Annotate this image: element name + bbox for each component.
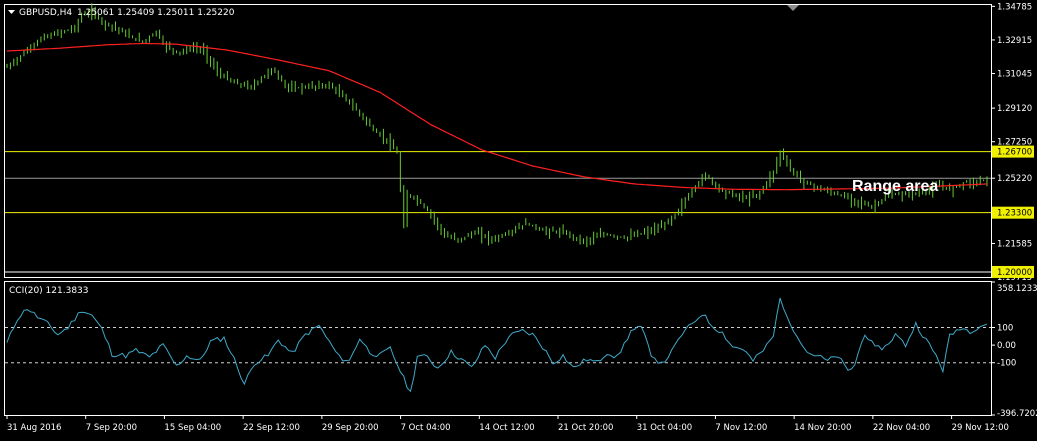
price-axis-label: 1.34785 <box>997 2 1032 12</box>
time-axis: 31 Aug 2016 7 Sep 20:00 15 Sep 04:00 22 Sep… <box>6 415 1009 433</box>
cci-indicator-label: CCI(20) 121.3833 <box>9 286 89 296</box>
time-axis-label: 29 Nov 12:00 <box>952 423 1009 433</box>
time-axis-label: 14 Nov 20:00 <box>794 423 851 433</box>
price-marker-label: 1.23300 <box>997 209 1032 219</box>
range-area-annotation: Range area <box>852 178 938 195</box>
time-axis-label: 22 Nov 04:00 <box>873 423 930 433</box>
price-axis-label: 1.32915 <box>997 36 1032 46</box>
price-axis-label: 1.31045 <box>997 70 1032 80</box>
price-axis-label: 1.29120 <box>997 104 1032 114</box>
chart-window[interactable]: 1.34785 1.32915 1.31045 1.29120 1.27250 1.252… <box>0 0 1037 441</box>
moving-average <box>6 42 988 191</box>
moving-average-line <box>6 42 988 191</box>
price-axis-label: 1.21585 <box>997 239 1032 249</box>
ohlc-label: 1.25061 1.25409 1.25011 1.25220 <box>77 8 235 18</box>
time-axis-label: 7 Sep 20:00 <box>86 423 137 433</box>
cci-levels <box>5 326 991 364</box>
price-marker-label: 1.20000 <box>997 268 1032 278</box>
cci-axis-label: 0.00 <box>997 341 1016 351</box>
price-panel-frame <box>4 4 992 278</box>
chart-shift-marker-icon[interactable] <box>787 5 799 11</box>
cci-series <box>6 297 988 393</box>
time-axis-label: 7 Nov 12:00 <box>715 423 767 433</box>
price-candles <box>6 3 988 248</box>
symbol-dropdown-icon[interactable] <box>8 10 15 14</box>
time-axis-label: 15 Sep 04:00 <box>164 423 221 433</box>
time-axis-label: 14 Oct 12:00 <box>479 423 534 433</box>
time-axis-label: 21 Oct 20:00 <box>558 423 613 433</box>
price-marker-label: 1.26700 <box>997 148 1032 158</box>
symbol-label: GBPUSD,H4 <box>19 8 72 18</box>
time-axis-label: 31 Aug 2016 <box>7 423 61 433</box>
chart-canvas[interactable]: 1.347851.329151.310451.291201.272501.252… <box>0 0 1037 441</box>
time-axis-label: 22 Sep 12:00 <box>243 423 300 433</box>
cci-axis-label: 100 <box>997 323 1013 333</box>
cci-line <box>6 297 988 393</box>
range-lines <box>5 151 991 273</box>
time-axis-label: 31 Oct 04:00 <box>637 423 692 433</box>
cci-axis: 358.1233 100 0.00 -100 -396.7202 <box>991 281 1037 419</box>
price-markers: 1.26700 1.23300 1.20000 <box>992 145 1034 278</box>
time-axis-label: 7 Oct 04:00 <box>401 423 451 433</box>
price-axis-label: 1.25220 <box>997 174 1032 184</box>
cci-axis-label: -396.7202 <box>997 409 1037 419</box>
time-axis-label: 29 Sep 20:00 <box>322 423 379 433</box>
cci-panel-frame <box>4 281 992 416</box>
cci-axis-label: -100 <box>997 359 1016 369</box>
price-axis: 1.347851.329151.310451.291201.272501.252… <box>991 2 1032 283</box>
cci-axis-label: 358.1233 <box>997 284 1037 294</box>
